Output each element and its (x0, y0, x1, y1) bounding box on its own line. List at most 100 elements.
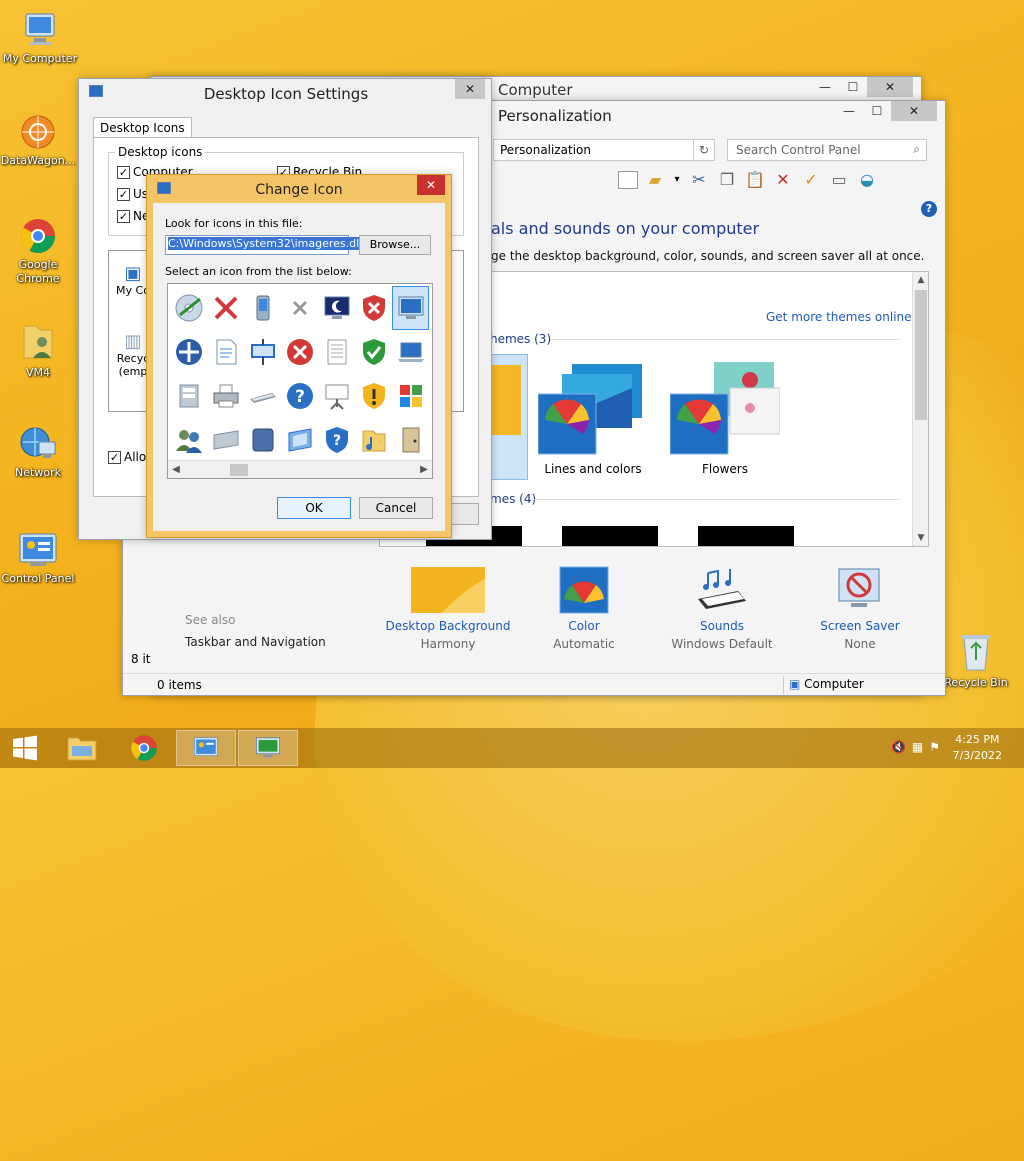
chevron-down-icon[interactable]: ▾ (672, 169, 682, 191)
icon-cell[interactable]: ? (318, 418, 355, 462)
file-path-input[interactable]: C:\Windows\System32\imageres.dll (165, 235, 363, 255)
taskbar-control-panel[interactable] (176, 730, 236, 766)
icon-cell[interactable] (318, 374, 355, 418)
icon-cell[interactable] (392, 418, 429, 462)
icon-cell[interactable] (170, 286, 207, 330)
volume-muted-icon[interactable]: 🔇 (891, 740, 906, 754)
desktop-icon-my-computer[interactable]: My Computer (2, 10, 78, 66)
desktop-icon-network[interactable]: Network (0, 424, 76, 480)
icon-cell[interactable] (207, 418, 244, 462)
scroll-left-icon[interactable]: ◀ (168, 461, 184, 478)
refresh-button[interactable]: ↻ (693, 139, 715, 161)
clock[interactable]: 4:25 PM 7/3/2022 (953, 732, 1002, 764)
theme-flowers[interactable]: Flowers (669, 358, 781, 476)
checkbox-network[interactable]: ✓ Ne (117, 209, 149, 223)
tab-desktop-icons[interactable]: Desktop Icons (93, 117, 192, 138)
delete-icon[interactable]: ✕ (772, 169, 794, 191)
sounds-link[interactable]: Sounds Windows Default (657, 565, 787, 651)
paste-icon[interactable]: 📋 (744, 169, 766, 191)
checkmark-icon[interactable]: ✓ (800, 169, 822, 191)
theme-thumbnail[interactable] (698, 526, 794, 546)
shell-icon[interactable]: ◒ (856, 169, 878, 191)
icon-cell[interactable] (207, 286, 244, 330)
search-input[interactable]: Search Control Panel ⌕ (727, 139, 927, 161)
icon-cell[interactable] (281, 418, 318, 462)
icon-cell[interactable] (392, 374, 429, 418)
close-button[interactable]: ✕ (891, 101, 937, 121)
theme-lines-and-colors[interactable]: Lines and colors (537, 358, 648, 476)
browse-button[interactable]: Browse... (359, 235, 431, 255)
minimize-button[interactable]: — (835, 101, 863, 121)
icon-cell[interactable]: ? (281, 374, 318, 418)
icon-cell[interactable] (355, 330, 392, 374)
address-bar[interactable]: Personalization ⌄ (493, 139, 713, 161)
icon-cell[interactable] (170, 418, 207, 462)
icon-cell[interactable] (170, 374, 207, 418)
icon-cell[interactable] (355, 418, 392, 462)
close-button[interactable]: ✕ (417, 175, 445, 195)
cut-icon[interactable]: ✂ (688, 169, 710, 191)
desktop-icon-vm4[interactable]: VM4 (0, 320, 76, 380)
help-icon[interactable]: ? (921, 201, 937, 217)
close-button[interactable]: ✕ (455, 79, 485, 99)
icon-cell[interactable] (281, 286, 318, 330)
action-center-icon[interactable]: ⚑ (929, 740, 940, 754)
checkbox[interactable]: ✓ (117, 165, 130, 179)
minimize-button[interactable]: — (811, 77, 839, 97)
vertical-scrollbar[interactable]: ▲ ▼ (912, 272, 928, 546)
taskbar-chrome[interactable] (114, 730, 174, 766)
desktop-icon-chrome[interactable]: Google Chrome (0, 216, 76, 286)
scroll-thumb[interactable] (230, 464, 248, 476)
icon-cell[interactable] (244, 330, 281, 374)
scroll-right-icon[interactable]: ▶ (416, 461, 432, 478)
icon-cell[interactable] (281, 330, 318, 374)
layout-icon[interactable] (618, 171, 638, 189)
theme-label: Lines and colors (544, 462, 642, 476)
maximize-button[interactable]: ☐ (839, 77, 867, 97)
checkbox[interactable]: ✓ (117, 187, 130, 201)
copy-icon[interactable]: ❐ (716, 169, 738, 191)
icon-cell[interactable] (355, 374, 392, 418)
cancel-button[interactable]: Cancel (359, 497, 433, 519)
desktop-icon-control-panel[interactable]: Control Panel (0, 530, 76, 586)
desktop-icon-datawagon[interactable]: DataWagon... (0, 112, 76, 168)
scroll-up-icon[interactable]: ▲ (913, 272, 928, 288)
theme-selected[interactable] (490, 354, 528, 480)
checkbox[interactable]: ✓ (117, 209, 130, 223)
icon-cell[interactable] (207, 374, 244, 418)
apply-button[interactable] (451, 503, 479, 525)
maximize-button[interactable]: ☐ (863, 101, 891, 121)
icon-cell-selected[interactable] (392, 286, 429, 330)
color-link[interactable]: Color Automatic (519, 565, 649, 651)
desktop-background-link[interactable]: Desktop Background Harmony (383, 565, 513, 651)
desktop-icon-recycle-bin[interactable]: Recycle Bin (938, 630, 1014, 690)
icon-cell[interactable] (244, 374, 281, 418)
icon-cell[interactable] (170, 330, 207, 374)
start-button[interactable] (0, 730, 50, 766)
taskbar-file-explorer[interactable] (52, 730, 112, 766)
change-icon-dialog[interactable]: Change Icon ✕ Look for icons in this fil… (146, 174, 452, 538)
scroll-thumb[interactable] (915, 290, 927, 420)
folder-check-icon[interactable]: ▰ (644, 169, 666, 191)
icon-cell[interactable] (244, 418, 281, 462)
icon-cell[interactable] (318, 330, 355, 374)
close-button[interactable]: ✕ (867, 77, 913, 97)
checkbox[interactable]: ✓ (108, 450, 121, 464)
icon-cell[interactable] (244, 286, 281, 330)
rename-icon[interactable]: ▭ (828, 169, 850, 191)
taskbar-navigation-link[interactable]: Taskbar and Navigation (185, 635, 326, 649)
section-label-my-themes: hemes (3) (490, 332, 552, 346)
icon-cell[interactable] (355, 286, 392, 330)
icon-cell[interactable] (392, 330, 429, 374)
taskbar-desktop-icon-settings[interactable] (238, 730, 298, 766)
icon-list[interactable]: ? ? ◀ ▶ (167, 283, 433, 479)
icon-cell[interactable] (318, 286, 355, 330)
screen-saver-link[interactable]: Screen Saver None (795, 565, 925, 651)
network-status-icon[interactable]: ▦ (912, 740, 923, 754)
horizontal-scrollbar[interactable]: ◀ ▶ (168, 460, 432, 478)
scroll-down-icon[interactable]: ▼ (913, 530, 928, 546)
get-more-themes-link[interactable]: Get more themes online (766, 310, 912, 324)
theme-thumbnail[interactable] (562, 526, 658, 546)
icon-cell[interactable] (207, 330, 244, 374)
ok-button[interactable]: OK (277, 497, 351, 519)
